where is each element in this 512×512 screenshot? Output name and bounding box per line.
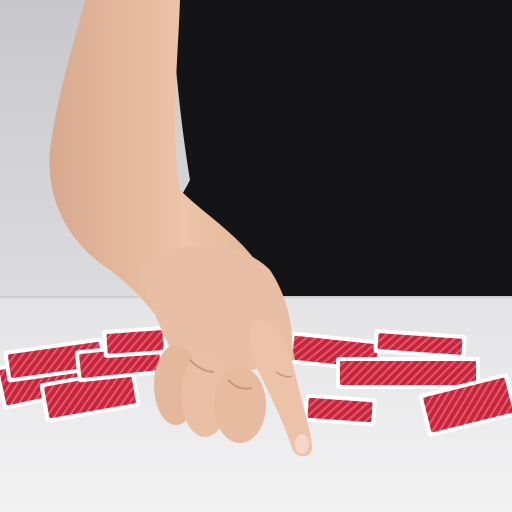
scene-svg <box>0 0 512 512</box>
fingernail <box>295 434 309 454</box>
finger <box>214 367 266 443</box>
playing-card <box>303 393 377 427</box>
photo-scene <box>0 0 512 512</box>
playing-card <box>336 357 480 389</box>
playing-card <box>102 326 168 358</box>
